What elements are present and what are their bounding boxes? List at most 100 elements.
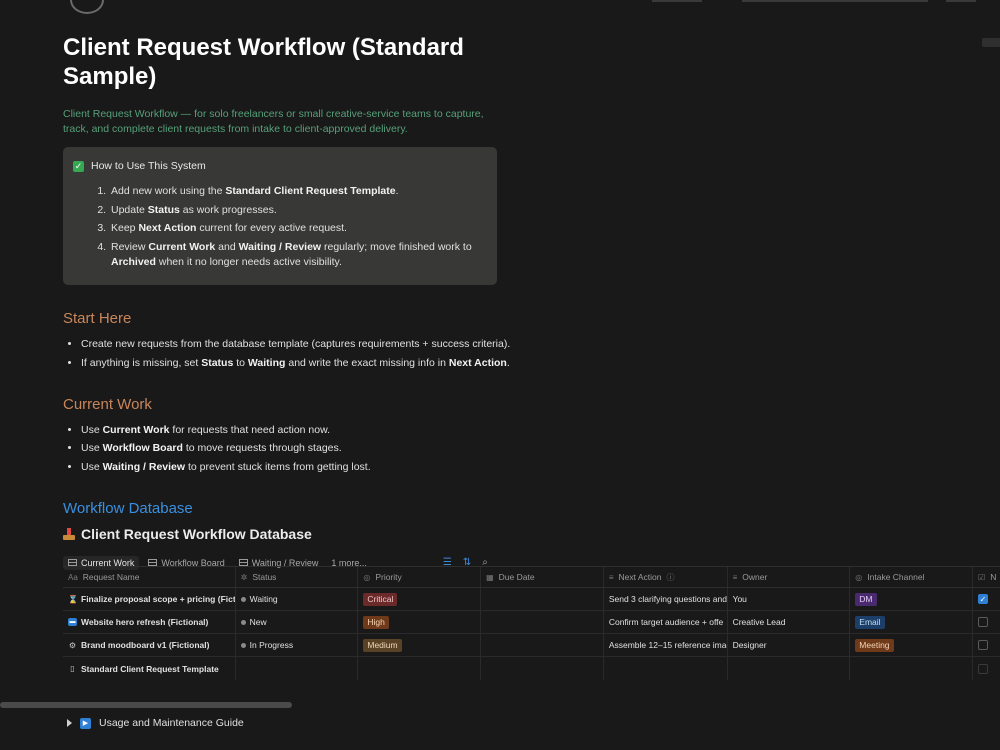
status-dot	[240, 642, 246, 648]
cell-status[interactable]	[236, 657, 359, 680]
channel-tag: Email	[855, 615, 885, 629]
page-icon: ▯	[70, 664, 75, 673]
checkbox[interactable]	[978, 663, 989, 674]
callout-step: Update Status as work progresses.	[109, 203, 483, 218]
sidebar-handle[interactable]	[982, 38, 1000, 47]
cell-intake-channel[interactable]: DM	[850, 588, 974, 610]
cell-due-date[interactable]	[481, 634, 604, 656]
inbox-tray-icon	[63, 527, 75, 540]
page-title: Client Request Workflow (Standard Sample…	[63, 34, 464, 90]
top-divider	[742, 0, 928, 2]
toggle-triangle-icon[interactable]	[67, 719, 72, 727]
table-row[interactable]: ⚙ Brand moodboard v1 (Fictional) In Progr…	[63, 634, 1000, 657]
text-property-icon: Aa	[68, 572, 78, 582]
list-item: Use Current Work for requests that need …	[81, 423, 943, 438]
column-header-owner[interactable]: ≡ Owner	[728, 567, 851, 587]
cell-priority[interactable]: Critical	[358, 588, 482, 610]
cell-priority[interactable]	[358, 657, 482, 680]
how-to-callout: ✓ How to Use This System Add new work us…	[63, 147, 497, 285]
column-header-intake-channel[interactable]: ◎ Intake Channel	[850, 567, 974, 587]
top-divider	[946, 0, 976, 2]
cell-name[interactable]: ⌛ Finalize proposal scope + pricing (Fict…	[63, 588, 236, 610]
top-divider	[652, 0, 702, 2]
select-property-icon: ◎	[363, 572, 371, 582]
cell-due-date[interactable]	[481, 611, 604, 633]
cell-name[interactable]: ▯ Standard Client Request Template	[63, 657, 236, 680]
cell-intake-channel[interactable]: Email	[850, 611, 974, 633]
horizontal-scrollbar[interactable]	[0, 702, 292, 708]
cell-due-date[interactable]	[481, 588, 604, 610]
checkbox[interactable]: ✓	[978, 594, 989, 604]
calendar-icon: ▦	[486, 572, 494, 582]
table-row[interactable]: ▬ Website hero refresh (Fictional) New Hi…	[63, 611, 1000, 634]
board-icon	[148, 559, 158, 566]
callout-step: Add new work using the Standard Client R…	[109, 184, 483, 199]
column-header-checkbox[interactable]: ☑ N	[973, 567, 1000, 587]
callout-step: Review Current Work and Waiting / Review…	[109, 240, 483, 270]
cell-next-action[interactable]: Confirm target audience + offe	[604, 611, 728, 633]
hourglass-icon: ⌛	[68, 594, 78, 604]
table-row[interactable]: ▯ Standard Client Request Template	[63, 657, 1000, 680]
play-button-icon: ▶	[80, 717, 91, 729]
status-dot	[240, 619, 246, 625]
cell-due-date[interactable]	[481, 657, 604, 680]
text-lines-icon: ≡	[608, 572, 614, 582]
cell-priority[interactable]: Medium	[358, 634, 482, 656]
cell-owner[interactable]: You	[728, 588, 851, 610]
list-item: Use Waiting / Review to prevent stuck it…	[81, 460, 943, 475]
cell-next-action[interactable]: Send 3 clarifying questions and	[604, 588, 728, 610]
callout-header: ✓ How to Use This System	[73, 160, 483, 172]
cell-priority[interactable]: High	[358, 611, 482, 633]
cell-next-action[interactable]	[604, 657, 728, 680]
cell-name[interactable]: ⚙ Brand moodboard v1 (Fictional)	[63, 634, 236, 656]
database-title-text: Client Request Workflow Database	[81, 525, 312, 542]
priority-tag: Medium	[363, 638, 402, 652]
cell-status[interactable]: New	[236, 611, 359, 633]
status-property-icon: ✲	[240, 572, 248, 582]
browser-icon: ▬	[68, 618, 77, 626]
toggle-usage-guide[interactable]: ▶ Usage and Maintenance Guide	[67, 717, 244, 729]
column-header-priority[interactable]: ◎ Priority	[358, 567, 482, 587]
cell-checkbox[interactable]	[973, 634, 1000, 656]
cell-checkbox[interactable]: ✓	[973, 588, 1000, 610]
column-header-name[interactable]: Aa Request Name	[63, 567, 236, 587]
page-content: Client Request Workflow (Standard Sample…	[63, 33, 943, 572]
info-icon: ⓘ	[666, 572, 675, 582]
checkbox-property-icon: ☑	[978, 572, 986, 582]
status-dot	[240, 596, 246, 602]
cell-owner[interactable]: Creative Lead	[728, 611, 851, 633]
database-title[interactable]: Client Request Workflow Database	[63, 526, 943, 542]
cell-intake-channel[interactable]: Meeting	[850, 634, 974, 656]
cell-owner[interactable]: Designer	[728, 634, 851, 656]
cell-status[interactable]: In Progress	[236, 634, 359, 656]
priority-tag: Critical	[363, 592, 398, 606]
current-work-list: Use Current Work for requests that need …	[81, 423, 943, 475]
cell-owner[interactable]	[728, 657, 851, 680]
heading-workflow-database: Workflow Database	[63, 499, 193, 517]
checkbox[interactable]	[978, 617, 989, 627]
table-row[interactable]: ⌛ Finalize proposal scope + pricing (Fict…	[63, 588, 1000, 611]
cell-intake-channel[interactable]	[850, 657, 974, 680]
checkbox[interactable]	[978, 640, 989, 650]
check-emoji-icon: ✓	[73, 160, 84, 172]
cell-checkbox[interactable]	[973, 657, 1000, 680]
priority-tag: High	[363, 615, 389, 629]
cell-next-action[interactable]: Assemble 12–15 reference imag	[604, 634, 728, 656]
cell-checkbox[interactable]	[973, 611, 1000, 633]
text-lines-icon: ≡	[732, 572, 738, 582]
cell-name[interactable]: ▬ Website hero refresh (Fictional)	[63, 611, 236, 633]
column-header-next-action[interactable]: ≡ Next Action ⓘ	[604, 567, 728, 587]
gear-icon: ⚙	[68, 640, 77, 650]
callout-step: Keep Next Action current for every activ…	[109, 221, 483, 236]
list-item: If anything is missing, set Status to Wa…	[81, 356, 943, 371]
guide-label: Usage and Maintenance Guide	[99, 717, 244, 729]
cell-status[interactable]: Waiting	[236, 588, 359, 610]
column-header-status[interactable]: ✲ Status	[236, 567, 359, 587]
table-header: Aa Request Name ✲ Status ◎ Priority ▦ Due Da…	[63, 566, 1000, 588]
column-header-due-date[interactable]: ▦ Due Date	[481, 567, 604, 587]
page-intro: Client Request Workflow — for solo freel…	[63, 108, 484, 135]
callout-heading: How to Use This System	[91, 160, 206, 172]
channel-tag: DM	[855, 592, 877, 606]
heading-current-work: Current Work	[63, 395, 152, 413]
database-table: Aa Request Name ✲ Status ◎ Priority ▦ Due Da…	[63, 566, 1000, 680]
